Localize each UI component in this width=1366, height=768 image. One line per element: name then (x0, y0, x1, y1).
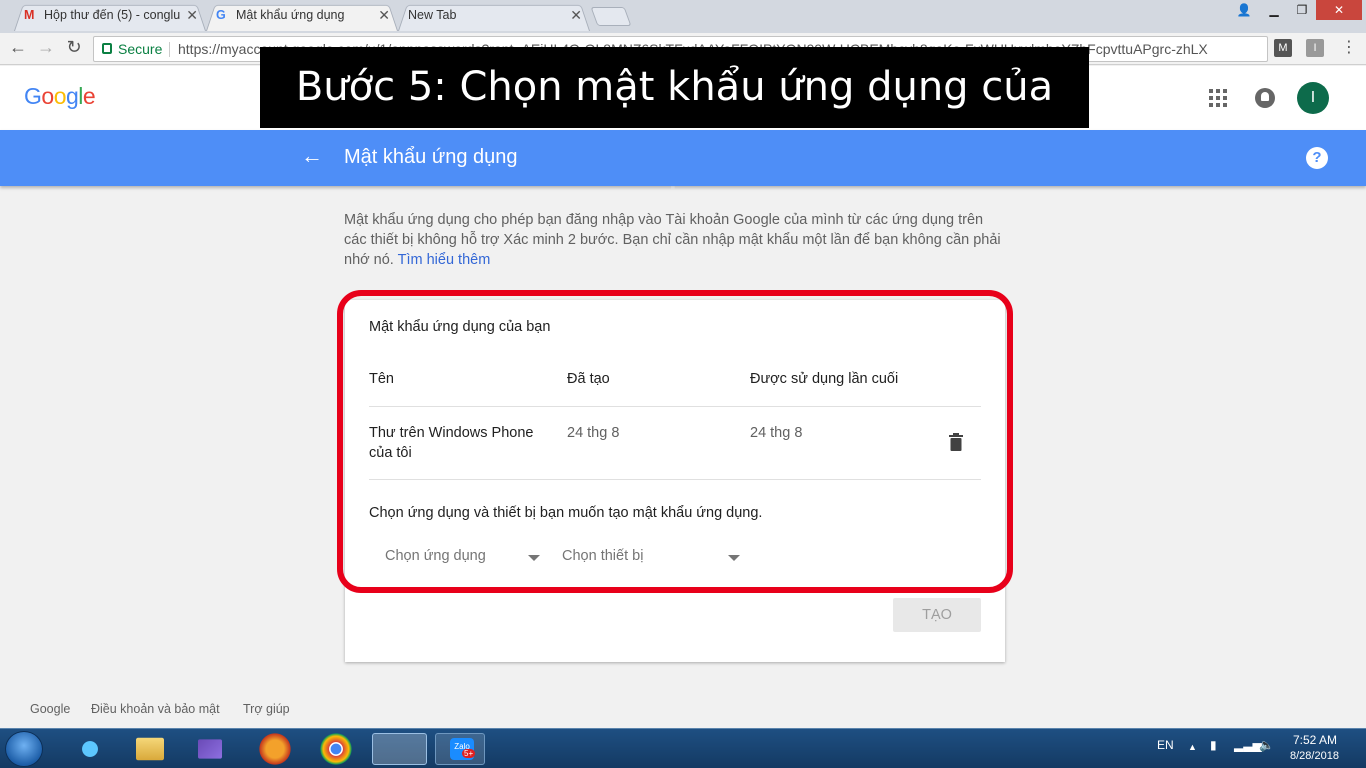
avatar[interactable]: I (1297, 82, 1329, 114)
tab-app-passwords[interactable]: G Mật khẩu ứng dụng ✕ (206, 2, 398, 31)
maximize-button[interactable]: ❐ (1288, 0, 1316, 20)
footer-link-terms[interactable]: Điều khoản và bảo mật (91, 702, 220, 716)
google-logo[interactable]: Google (24, 83, 96, 110)
notifications-icon[interactable] (1255, 88, 1275, 108)
create-button[interactable]: TẠO (893, 598, 981, 632)
user-profile-icon[interactable]: 👤 (1230, 0, 1258, 20)
forward-icon[interactable]: → (34, 37, 58, 58)
google-g-icon: G (216, 8, 226, 22)
gmail-icon: M (24, 8, 35, 22)
chrome-icon[interactable] (316, 733, 356, 765)
footer-link-google[interactable]: Google (30, 702, 70, 716)
internet-explorer-icon[interactable] (70, 733, 110, 765)
zalo-icon[interactable]: Zalo 5+ (435, 733, 485, 765)
firefox-icon[interactable] (255, 733, 295, 765)
visual-studio-icon[interactable] (198, 739, 222, 759)
close-icon[interactable]: ✕ (378, 2, 390, 29)
learn-more-link[interactable]: Tìm hiểu thêm (398, 252, 491, 268)
page-app-bar: ← Mật khẩu ứng dụng ? (0, 130, 1366, 186)
tab-new-tab[interactable]: New Tab ✕ (398, 2, 590, 31)
minimize-button[interactable]: ▁ (1260, 0, 1288, 20)
show-hidden-icons-icon[interactable]: ▲ (1188, 742, 1197, 752)
signal-icon[interactable]: ▂▃▅ (1234, 738, 1262, 752)
language-indicator[interactable]: EN (1157, 738, 1174, 752)
highlight-annotation (337, 290, 1013, 593)
footer-link-help[interactable]: Trợ giúp (243, 702, 290, 716)
start-button[interactable] (5, 731, 43, 767)
zalo-badge: 5+ (462, 749, 476, 758)
apps-grid-icon[interactable] (1209, 89, 1227, 107)
step-caption: Bước 5: Chọn mật khẩu ứng dụng của bạn (260, 47, 1089, 191)
menu-icon[interactable]: ⋮ (1337, 37, 1361, 57)
reload-icon[interactable]: ↻ (62, 37, 86, 58)
close-icon[interactable]: ✕ (186, 2, 198, 29)
volume-icon[interactable]: 🔈 (1259, 738, 1274, 752)
page-title: Mật khẩu ứng dụng (344, 146, 518, 168)
help-icon[interactable]: ? (1306, 147, 1328, 169)
chrome-active-icon[interactable] (372, 733, 427, 765)
extension-m-icon[interactable]: M (1274, 39, 1292, 57)
window-close-button[interactable]: ✕ (1316, 0, 1362, 20)
browser-tab-bar: M Hộp thư đến (5) - conglu ✕ G Mật khẩu … (0, 0, 1366, 33)
intro-text: Mật khẩu ứng dụng cho phép bạn đăng nhập… (344, 212, 1001, 268)
new-tab-button[interactable] (590, 7, 632, 26)
network-icon[interactable]: ▮ (1210, 738, 1217, 752)
back-arrow-icon[interactable]: ← (301, 143, 323, 169)
back-icon[interactable]: ← (6, 37, 30, 58)
tab-gmail[interactable]: M Hộp thư đến (5) - conglu ✕ (14, 2, 206, 31)
close-icon[interactable]: ✕ (570, 2, 582, 29)
clock-date[interactable]: 8/28/2018 (1290, 750, 1339, 762)
clock-time[interactable]: 7:52 AM (1293, 733, 1337, 747)
extension-i-icon[interactable]: I (1306, 39, 1324, 57)
file-explorer-icon[interactable] (136, 737, 164, 761)
